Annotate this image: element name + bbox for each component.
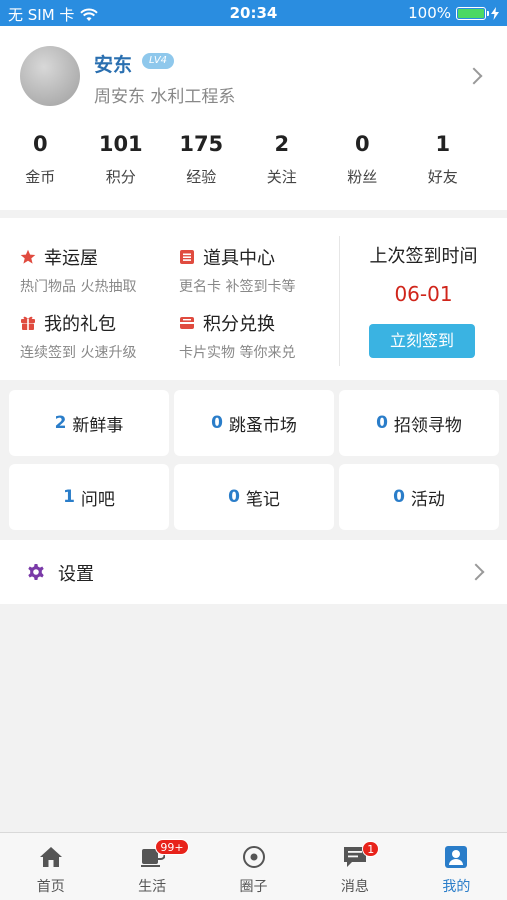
- stat-value: 2: [274, 132, 290, 156]
- stat-label: 经验: [186, 168, 217, 186]
- stat-label: 关注: [266, 168, 297, 186]
- stat-label: 积分: [105, 168, 136, 186]
- tile-label: 笔记: [245, 489, 280, 510]
- checkin-button[interactable]: 立刻签到: [369, 324, 475, 358]
- status-bar: 无 SIM 卡 20:34 100%: [0, 0, 507, 26]
- tab-label: 生活: [138, 879, 167, 895]
- tab-label: 圈子: [239, 879, 268, 895]
- tile-count: 0: [211, 413, 223, 433]
- gear-icon: [28, 564, 44, 580]
- stat-label: 好友: [427, 168, 458, 186]
- stat-label: 金币: [25, 168, 56, 186]
- tile-lost-found[interactable]: 0 招领寻物: [339, 390, 499, 456]
- settings-label: 设置: [58, 564, 94, 585]
- battery-percent: 100%: [408, 4, 451, 22]
- tab-label: 我的: [442, 879, 471, 895]
- tile-count: 0: [228, 487, 240, 507]
- battery-icon: [456, 6, 489, 20]
- feature-title: 我的礼包: [44, 314, 116, 335]
- tab-label: 首页: [36, 879, 65, 895]
- tab-mine[interactable]: 我的: [406, 833, 507, 900]
- notification-badge: 1: [362, 841, 380, 857]
- avatar[interactable]: [20, 46, 80, 106]
- tile-flea-market[interactable]: 0 跳蚤市场: [174, 390, 334, 456]
- feature-title: 积分兑换: [203, 314, 275, 335]
- tile-count: 2: [54, 413, 67, 433]
- feature-title: 幸运屋: [44, 248, 98, 269]
- feature-my-gifts[interactable]: 我的礼包 连续签到 火速升级: [20, 310, 136, 362]
- tile-count: 1: [63, 487, 75, 507]
- home-icon: [39, 847, 62, 867]
- profile-icon: [445, 846, 468, 868]
- feature-lucky-house[interactable]: 幸运屋 热门物品 火热抽取: [20, 244, 136, 296]
- feature-desc: 卡片实物 等你来兑: [179, 345, 296, 361]
- stat-friends[interactable]: 1 好友: [403, 132, 484, 187]
- stat-value: 0: [32, 132, 48, 156]
- tile-label: 活动: [410, 489, 445, 510]
- stat-points[interactable]: 101 积分: [81, 132, 162, 187]
- exchange-icon: [180, 317, 194, 329]
- profile-card[interactable]: 安东 LV4 周安东 水利工程系 0 金币 101 积分 175 经验 2 关注 0 粉丝…: [0, 26, 507, 210]
- tab-label: 消息: [340, 879, 369, 895]
- settings-row[interactable]: 设置: [0, 540, 507, 604]
- tile-ask[interactable]: 1 问吧: [9, 464, 169, 530]
- status-right: 100%: [408, 4, 499, 22]
- feature-desc: 热门物品 火热抽取: [20, 279, 137, 295]
- chevron-right-icon: [467, 563, 485, 581]
- feature-title: 道具中心: [203, 248, 275, 269]
- feature-tool-center[interactable]: 道具中心 更名卡 补签到卡等: [179, 244, 295, 296]
- user-name: 安东: [94, 54, 133, 76]
- stats-row: 0 金币 101 积分 175 经验 2 关注 0 粉丝 1 好友: [0, 132, 507, 187]
- stat-coins[interactable]: 0 金币: [0, 132, 81, 187]
- gift-icon: [21, 316, 35, 330]
- tile-label: 招领寻物: [393, 415, 462, 436]
- tile-activities[interactable]: 0 活动: [339, 464, 499, 530]
- tile-notes[interactable]: 0 笔记: [174, 464, 334, 530]
- stat-followers[interactable]: 0 粉丝: [322, 132, 403, 187]
- feature-desc: 连续签到 火速升级: [20, 345, 137, 361]
- last-checkin-title: 上次签到时间: [369, 246, 478, 267]
- toolbox-icon: [180, 250, 194, 264]
- tile-label: 问吧: [80, 489, 115, 510]
- last-checkin-date: 06-01: [394, 282, 453, 306]
- stat-value: 101: [98, 132, 143, 156]
- stat-value: 0: [354, 132, 370, 156]
- chevron-right-icon[interactable]: [465, 67, 483, 85]
- circle-icon: [242, 846, 265, 868]
- features-card: 幸运屋 热门物品 火热抽取 道具中心 更名卡 补签到卡等 我的礼包 连续签到 火…: [0, 218, 507, 380]
- tile-label: 新鲜事: [72, 415, 124, 436]
- level-badge: LV4: [142, 53, 174, 69]
- notification-badge: 99+: [155, 839, 189, 855]
- tile-news[interactable]: 2 新鲜事: [9, 390, 169, 456]
- tile-count: 0: [393, 487, 405, 507]
- feature-points-exchange[interactable]: 积分兑换 卡片实物 等你来兑: [179, 310, 295, 362]
- charging-icon: [491, 6, 499, 20]
- tile-count: 0: [376, 413, 388, 433]
- tab-life[interactable]: 99+ 生活: [101, 833, 202, 900]
- star-icon: [20, 249, 36, 264]
- stat-value: 175: [179, 132, 224, 156]
- stat-experience[interactable]: 175 经验: [161, 132, 242, 187]
- user-subtitle: 周安东 水利工程系: [94, 87, 236, 107]
- stat-label: 粉丝: [347, 168, 378, 186]
- tab-bar: 首页 99+ 生活 圈子 1 消息 我的: [0, 832, 507, 900]
- feature-desc: 更名卡 补签到卡等: [179, 279, 296, 295]
- tab-home[interactable]: 首页: [0, 833, 101, 900]
- tab-messages[interactable]: 1 消息: [304, 833, 405, 900]
- stat-value: 1: [435, 132, 451, 156]
- tile-label: 跳蚤市场: [228, 415, 297, 436]
- stat-following[interactable]: 2 关注: [242, 132, 323, 187]
- tab-circle[interactable]: 圈子: [203, 833, 304, 900]
